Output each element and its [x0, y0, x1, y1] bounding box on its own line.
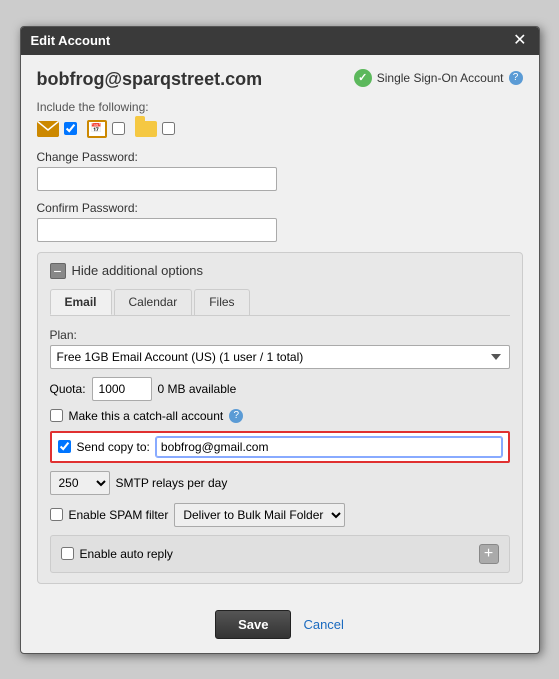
hide-options-label: Hide additional options [72, 263, 204, 278]
account-header: bobfrog@sparqstreet.com ✓ Single Sign-On… [37, 69, 523, 90]
auto-reply-label: Enable auto reply [80, 547, 173, 561]
calendar-checkbox[interactable] [112, 122, 125, 135]
spam-filter-checkbox[interactable] [50, 508, 63, 521]
email-icon [37, 121, 59, 137]
change-password-row: Change Password: [37, 150, 523, 191]
sso-badge: ✓ Single Sign-On Account ? [354, 69, 523, 87]
confirm-password-row: Confirm Password: [37, 201, 523, 242]
send-copy-label: Send copy to: [77, 440, 150, 454]
quota-label: Quota: [50, 382, 86, 396]
auto-reply-expand-button[interactable]: + [479, 544, 499, 564]
send-copy-checkbox[interactable] [58, 440, 71, 453]
quota-row: Quota: 0 MB available [50, 377, 510, 401]
send-copy-input[interactable] [156, 437, 502, 457]
hide-options-button[interactable]: − [50, 263, 66, 279]
spam-row: Enable SPAM filter Deliver to Bulk Mail … [50, 503, 510, 527]
confirm-password-input[interactable] [37, 218, 277, 242]
save-button[interactable]: Save [215, 610, 291, 639]
additional-options-panel: − Hide additional options Email Calendar… [37, 252, 523, 584]
tab-files[interactable]: Files [194, 289, 249, 315]
catch-all-help-icon[interactable]: ? [229, 409, 243, 423]
quota-input[interactable] [92, 377, 152, 401]
smtp-label: SMTP relays per day [116, 476, 228, 490]
calendar-icon: 📅 [91, 123, 102, 134]
auto-reply-checkbox[interactable] [61, 547, 74, 560]
include-label: Include the following: [37, 100, 523, 114]
tab-calendar[interactable]: Calendar [114, 289, 193, 315]
sso-help-icon[interactable]: ? [509, 71, 523, 85]
include-icons-row: 📅 [37, 120, 523, 138]
plan-row: Plan: Free 1GB Email Account (US) (1 use… [50, 328, 510, 369]
confirm-password-label: Confirm Password: [37, 201, 523, 215]
plan-label: Plan: [50, 328, 510, 342]
auto-reply-row: Enable auto reply + [50, 535, 510, 573]
modal-title: Edit Account [31, 33, 111, 48]
spam-filter-select[interactable]: Deliver to Bulk Mail Folder [174, 503, 345, 527]
tab-email[interactable]: Email [50, 289, 112, 315]
smtp-select[interactable]: 250 [50, 471, 110, 495]
modal-body: bobfrog@sparqstreet.com ✓ Single Sign-On… [21, 55, 539, 598]
catch-all-row: Make this a catch-all account ? [50, 409, 510, 423]
change-password-label: Change Password: [37, 150, 523, 164]
sso-checkmark-icon: ✓ [354, 69, 372, 87]
sso-label: Single Sign-On Account [377, 71, 504, 85]
folder-include-item [135, 121, 175, 137]
quota-available: 0 MB available [158, 382, 237, 396]
tabs-row: Email Calendar Files [50, 289, 510, 316]
catch-all-checkbox[interactable] [50, 409, 63, 422]
smtp-row: 250 SMTP relays per day [50, 471, 510, 495]
calendar-include-item: 📅 [87, 120, 125, 138]
folder-checkbox[interactable] [162, 122, 175, 135]
send-copy-row: Send copy to: [50, 431, 510, 463]
email-include-item [37, 121, 77, 137]
close-button[interactable]: ✕ [511, 33, 528, 49]
spam-filter-label: Enable SPAM filter [69, 508, 169, 522]
account-email: bobfrog@sparqstreet.com [37, 69, 263, 90]
email-checkbox[interactable] [64, 122, 77, 135]
edit-account-modal: Edit Account ✕ bobfrog@sparqstreet.com ✓… [20, 26, 540, 654]
auto-reply-left: Enable auto reply [61, 547, 173, 561]
catch-all-label: Make this a catch-all account [69, 409, 224, 423]
modal-footer: Save Cancel [21, 598, 539, 653]
hide-options-row: − Hide additional options [50, 263, 510, 279]
modal-titlebar: Edit Account ✕ [21, 27, 539, 55]
plan-select[interactable]: Free 1GB Email Account (US) (1 user / 1 … [50, 345, 510, 369]
change-password-input[interactable] [37, 167, 277, 191]
cancel-link[interactable]: Cancel [303, 617, 343, 632]
